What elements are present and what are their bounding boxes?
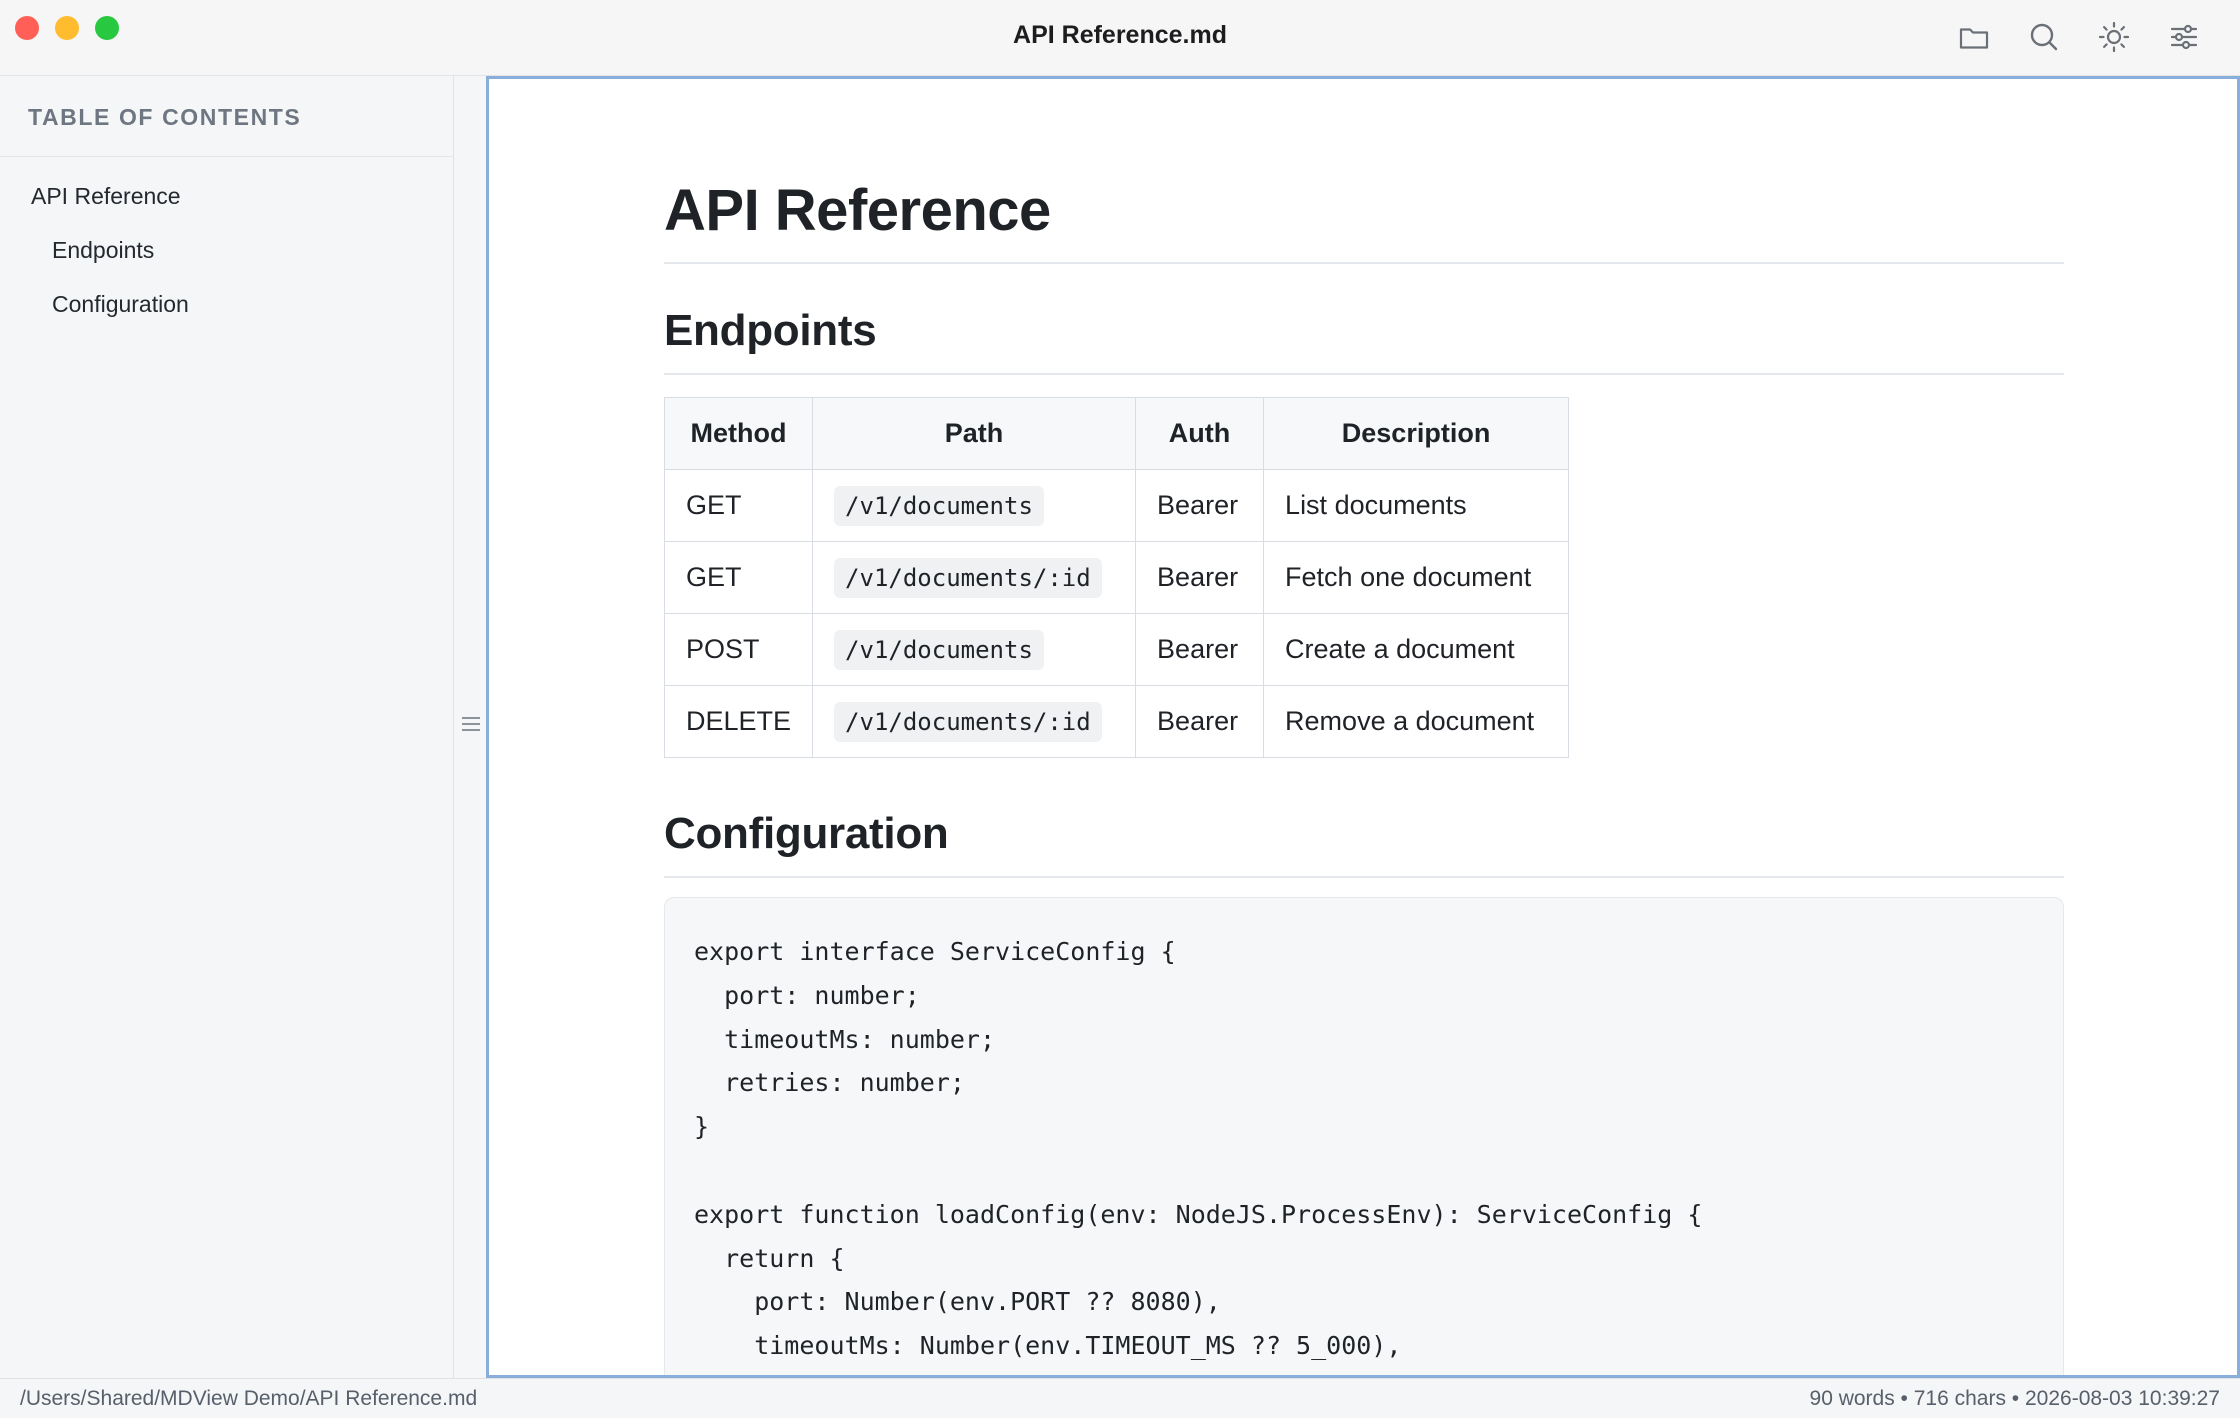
- configuration-divider: [664, 876, 2064, 878]
- title-divider: [664, 262, 2064, 264]
- document-preview[interactable]: API Reference Endpoints Method Path Auth…: [486, 76, 2240, 1378]
- endpoints-divider: [664, 373, 2064, 375]
- description-cell: Remove a document: [1263, 685, 1570, 758]
- window-title: API Reference.md: [1013, 21, 1227, 49]
- sun-icon[interactable]: [2097, 20, 2131, 54]
- auth-cell: Bearer: [1135, 541, 1265, 614]
- method-cell: GET: [663, 541, 814, 614]
- toc-item-endpoints[interactable]: Endpoints: [52, 237, 154, 264]
- method-cell: DELETE: [663, 685, 814, 758]
- path-code: /v1/documents: [834, 630, 1044, 670]
- column-header-path: Path: [812, 397, 1137, 470]
- auth-cell: Bearer: [1135, 685, 1265, 758]
- toc-item-configuration[interactable]: Configuration: [52, 291, 189, 318]
- method-cell: POST: [663, 613, 814, 686]
- section-heading-configuration: Configuration: [664, 809, 949, 858]
- column-header-auth: Auth: [1135, 397, 1265, 470]
- path-code: /v1/documents: [834, 486, 1044, 526]
- sidebar-resize-handle[interactable]: [454, 76, 486, 1378]
- sliders-icon[interactable]: [2167, 20, 2201, 54]
- status-bar: /Users/Shared/MDView Demo/API Reference.…: [0, 1378, 2240, 1418]
- table-row: POST /v1/documents Bearer Create a docum…: [663, 613, 1570, 686]
- table-row: DELETE /v1/documents/:id Bearer Remove a…: [663, 685, 1570, 758]
- code-text: export interface ServiceConfig { port: n…: [694, 937, 1703, 1361]
- path-code: /v1/documents/:id: [834, 702, 1102, 742]
- toc-divider: [0, 156, 453, 157]
- grip-icon: [462, 717, 480, 731]
- path-cell: /v1/documents/:id: [812, 541, 1137, 614]
- table-row: GET /v1/documents Bearer List documents: [663, 469, 1570, 542]
- auth-cell: Bearer: [1135, 613, 1265, 686]
- toc-heading: TABLE OF CONTENTS: [28, 104, 302, 130]
- column-header-method: Method: [663, 397, 814, 470]
- table-header-row: Method Path Auth Description: [663, 397, 1570, 470]
- toc-sidebar: TABLE OF CONTENTS API Reference Endpoint…: [0, 76, 454, 1378]
- table-row: GET /v1/documents/:id Bearer Fetch one d…: [663, 541, 1570, 614]
- search-icon[interactable]: [2027, 20, 2061, 54]
- document-stats: 90 words • 716 chars • 2026-08-03 10:39:…: [1809, 1387, 2220, 1410]
- section-heading-endpoints: Endpoints: [664, 306, 877, 355]
- path-cell: /v1/documents: [812, 469, 1137, 542]
- title-bar: API Reference.md: [0, 0, 2240, 76]
- code-block[interactable]: export interface ServiceConfig { port: n…: [664, 897, 2064, 1375]
- column-header-description: Description: [1263, 397, 1570, 470]
- description-cell: Create a document: [1263, 613, 1570, 686]
- method-cell: GET: [663, 469, 814, 542]
- path-cell: /v1/documents: [812, 613, 1137, 686]
- toc-item-api-reference[interactable]: API Reference: [31, 183, 181, 210]
- file-path: /Users/Shared/MDView Demo/API Reference.…: [20, 1387, 478, 1410]
- description-cell: List documents: [1263, 469, 1570, 542]
- path-code: /v1/documents/:id: [834, 558, 1102, 598]
- auth-cell: Bearer: [1135, 469, 1265, 542]
- document-title: API Reference: [664, 178, 1051, 243]
- description-cell: Fetch one document: [1263, 541, 1570, 614]
- folder-icon[interactable]: [1957, 20, 1991, 54]
- endpoints-table: Method Path Auth Description GET /v1/doc…: [663, 397, 1570, 758]
- path-cell: /v1/documents/:id: [812, 685, 1137, 758]
